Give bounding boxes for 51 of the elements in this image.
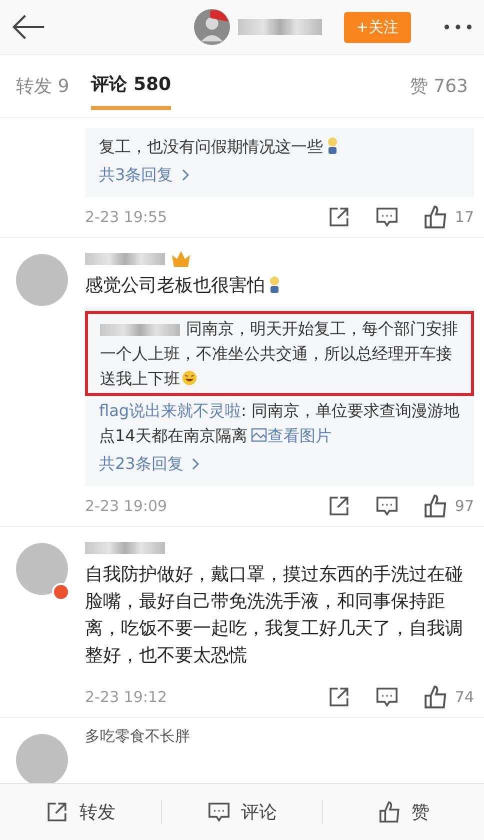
like-button[interactable]: 74 bbox=[422, 684, 474, 710]
reply-author-link[interactable]: flag说出来就不灵啦 bbox=[99, 401, 242, 420]
back-icon[interactable] bbox=[12, 13, 46, 41]
comment-icon bbox=[207, 800, 231, 824]
share-icon bbox=[326, 205, 351, 229]
like-button[interactable]: 17 bbox=[422, 204, 474, 230]
tab[interactable]: 赞 763 bbox=[410, 64, 468, 108]
thumbs-up-icon bbox=[422, 684, 449, 710]
like-button[interactable]: 97 bbox=[422, 493, 474, 519]
reply-button[interactable] bbox=[374, 685, 399, 709]
share-icon bbox=[45, 800, 70, 824]
comment-icon bbox=[374, 494, 399, 518]
comment-icon bbox=[374, 205, 399, 229]
comment-time: 2-23 19:12 bbox=[85, 688, 168, 706]
more-replies-link[interactable]: 共23条回复 bbox=[93, 450, 200, 478]
chevron-right-icon bbox=[191, 458, 200, 470]
tab[interactable]: 转发 9 bbox=[16, 64, 70, 108]
comment-text: 自我防护做好，戴口罩，摸过东西的手洗过在碰脸嘴，最好自己带免洗洗手液，和同事保持距离，吃饭不要一起吃，我复工好几天了，自我调整好，也不要太恐慌 bbox=[85, 564, 463, 666]
comment-time: 2-23 19:09 bbox=[85, 497, 168, 515]
comment-icon bbox=[374, 685, 399, 709]
repost-button[interactable] bbox=[326, 685, 351, 709]
comment-button[interactable]: 评论 bbox=[162, 799, 322, 825]
image-icon bbox=[251, 428, 268, 442]
avatar[interactable] bbox=[16, 543, 68, 595]
comment-time: 2-23 19:55 bbox=[85, 208, 168, 226]
chevron-right-icon bbox=[181, 169, 190, 181]
repost-button[interactable] bbox=[326, 494, 351, 518]
thumbs-up-icon bbox=[422, 204, 449, 230]
share-icon bbox=[326, 494, 351, 518]
thumbs-up-icon bbox=[378, 800, 402, 824]
thumbs-up-icon bbox=[422, 493, 449, 519]
avatar-icon[interactable] bbox=[194, 9, 230, 45]
emoji-icon bbox=[325, 137, 340, 155]
reply-button[interactable] bbox=[374, 494, 399, 518]
tab[interactable]: 评论 580 bbox=[91, 62, 172, 110]
reply-text: flag说出来就不灵啦: 同南京，单位要求查询漫游地点14天都在南京隔离 查看图片 bbox=[98, 400, 461, 447]
more-icon[interactable] bbox=[444, 24, 472, 30]
view-image-link[interactable]: 查看图片 bbox=[251, 426, 332, 445]
share-icon bbox=[326, 685, 351, 709]
repost-button[interactable] bbox=[326, 205, 351, 229]
reply-text: 同南京，明天开始复工，每个部门安排一个人上班，不准坐公共交通，所以总经理开车接送我上下班 bbox=[99, 318, 459, 390]
commenter-name[interactable]: 多吃零食不长胖 bbox=[85, 727, 190, 745]
like-button[interactable]: 赞 bbox=[323, 799, 484, 825]
repost-button[interactable]: 转发 bbox=[0, 799, 161, 825]
reply-text: 复工，也没有问假期情况这一些 bbox=[93, 132, 466, 161]
more-replies-link[interactable]: 共3条回复 bbox=[93, 161, 190, 189]
emoji-icon bbox=[267, 276, 282, 294]
comment-text: 感觉公司老板也很害怕 bbox=[85, 275, 265, 296]
reply-button[interactable] bbox=[374, 205, 399, 229]
follow-button[interactable]: +关注 bbox=[344, 12, 411, 42]
emoji-icon bbox=[182, 369, 197, 387]
